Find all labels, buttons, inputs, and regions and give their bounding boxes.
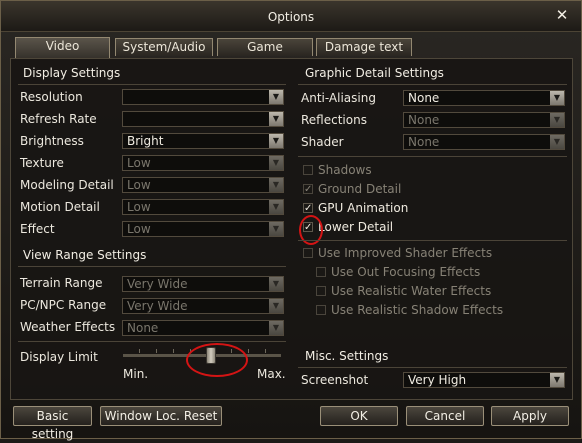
- chevron-down-icon: ▼: [550, 135, 564, 149]
- realistic-water-effects-checkbox: [316, 286, 326, 296]
- divider: [18, 341, 286, 342]
- chevron-down-icon: ▼: [269, 200, 283, 214]
- out-focusing-effects-label: Use Out Focusing Effects: [331, 265, 481, 279]
- lower-detail-label: Lower Detail: [318, 220, 394, 234]
- terrain-range-select: Very Wide ▼: [122, 276, 284, 292]
- slider-tick: [156, 349, 157, 353]
- slider-max-label: Max.: [257, 367, 286, 381]
- pc-npc-range-select: Very Wide ▼: [122, 298, 284, 314]
- ground-detail-label: Ground Detail: [318, 182, 402, 196]
- realistic-shadow-effects-label: Use Realistic Shadow Effects: [331, 303, 504, 317]
- chevron-down-icon: ▼: [269, 321, 283, 335]
- resolution-select[interactable]: ▼: [122, 89, 284, 105]
- refresh-rate-select[interactable]: ▼: [122, 111, 284, 127]
- divider: [18, 84, 286, 85]
- red-annotation-circle: [186, 343, 248, 377]
- texture-select: Low ▼: [122, 155, 284, 171]
- out-focusing-effects-checkbox: [316, 267, 326, 277]
- graphic-detail-settings-title: Graphic Detail Settings: [305, 66, 444, 80]
- view-range-settings-title: View Range Settings: [23, 248, 147, 262]
- chevron-down-icon: ▼: [550, 113, 564, 127]
- divider: [298, 240, 567, 241]
- divider: [298, 84, 567, 85]
- slider-tick: [248, 349, 249, 353]
- chevron-down-icon[interactable]: ▼: [269, 112, 283, 126]
- chevron-down-icon[interactable]: ▼: [550, 373, 564, 387]
- pc-npc-range-label: PC/NPC Range: [20, 298, 107, 312]
- improved-shader-effects-checkbox: [303, 248, 313, 258]
- slider-tick: [139, 349, 140, 353]
- gpu-animation-checkbox[interactable]: ✓: [303, 203, 313, 214]
- realistic-shadow-effects-checkbox: [316, 305, 326, 315]
- chevron-down-icon[interactable]: ▼: [269, 134, 283, 148]
- cancel-button[interactable]: Cancel: [406, 406, 484, 426]
- chevron-down-icon[interactable]: ▼: [269, 90, 283, 104]
- motion-detail-select: Low ▼: [122, 199, 284, 215]
- shadows-label: Shadows: [318, 163, 372, 177]
- close-icon[interactable]: ✕: [555, 8, 569, 23]
- gpu-animation-label: GPU Animation: [318, 201, 409, 215]
- chevron-down-icon: ▼: [269, 277, 283, 291]
- misc-settings-title: Misc. Settings: [305, 349, 389, 363]
- chevron-down-icon: ▼: [269, 299, 283, 313]
- anti-aliasing-select[interactable]: None ▼: [403, 90, 565, 106]
- divider: [298, 367, 567, 368]
- chevron-down-icon: ▼: [269, 156, 283, 170]
- screenshot-quality-select[interactable]: Very High ▼: [403, 372, 565, 388]
- tab-damage-text[interactable]: Damage text: [316, 38, 412, 56]
- tab-video[interactable]: Video: [15, 37, 110, 59]
- motion-detail-label: Motion Detail: [20, 200, 100, 214]
- ok-button[interactable]: OK: [320, 406, 398, 426]
- title-bar[interactable]: Options ✕: [1, 1, 581, 32]
- screenshot-label: Screenshot: [301, 373, 369, 387]
- anti-aliasing-label: Anti-Aliasing: [301, 91, 376, 105]
- display-settings-title: Display Settings: [23, 66, 121, 80]
- improved-shader-effects-label: Use Improved Shader Effects: [318, 246, 493, 260]
- chevron-down-icon: ▼: [269, 178, 283, 192]
- weather-effects-label: Weather Effects: [20, 320, 116, 334]
- ground-detail-checkbox: ✓: [303, 184, 313, 195]
- shader-select: None ▼: [403, 134, 565, 150]
- reflections-select: None ▼: [403, 112, 565, 128]
- display-limit-label: Display Limit: [20, 350, 98, 364]
- window-loc-reset-button[interactable]: Window Loc. Reset: [100, 406, 222, 426]
- chevron-down-icon[interactable]: ▼: [550, 91, 564, 105]
- divider: [18, 266, 286, 267]
- apply-button[interactable]: Apply: [491, 406, 569, 426]
- shadows-checkbox: [303, 165, 313, 175]
- slider-tick: [265, 349, 266, 353]
- reflections-label: Reflections: [301, 113, 367, 127]
- resolution-label: Resolution: [20, 90, 83, 104]
- effect-label: Effect: [20, 222, 55, 236]
- modeling-detail-select: Low ▼: [122, 177, 284, 193]
- window-title: Options: [267, 10, 315, 24]
- weather-effects-select: None ▼: [122, 320, 284, 336]
- tab-game[interactable]: Game: [217, 38, 313, 56]
- divider: [298, 156, 567, 157]
- shader-label: Shader: [301, 135, 344, 149]
- basic-setting-button[interactable]: Basic setting: [13, 406, 92, 441]
- terrain-range-label: Terrain Range: [20, 276, 103, 290]
- refresh-rate-label: Refresh Rate: [20, 112, 97, 126]
- texture-label: Texture: [20, 156, 64, 170]
- tab-system-audio[interactable]: System/Audio: [115, 38, 213, 56]
- tab-content-panel: [10, 58, 573, 400]
- brightness-label: Brightness: [20, 134, 84, 148]
- slider-tick: [173, 349, 174, 353]
- options-window: Options ✕ Video System/Audio Game Damage…: [0, 0, 582, 441]
- effect-select: Low ▼: [122, 221, 284, 237]
- brightness-select[interactable]: Bright ▼: [122, 133, 284, 149]
- modeling-detail-label: Modeling Detail: [20, 178, 114, 192]
- slider-min-label: Min.: [123, 367, 149, 381]
- chevron-down-icon: ▼: [269, 222, 283, 236]
- realistic-water-effects-label: Use Realistic Water Effects: [331, 284, 492, 298]
